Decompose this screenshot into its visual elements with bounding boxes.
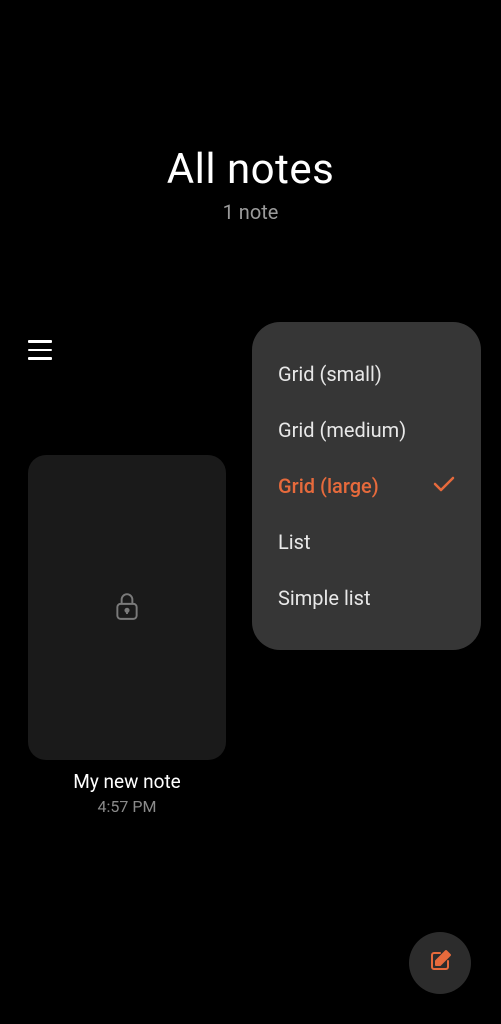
note-time: 4:57 PM (28, 797, 226, 816)
menu-item-grid-large[interactable]: Grid (large) (278, 458, 455, 514)
menu-item-grid-medium[interactable]: Grid (medium) (278, 402, 455, 458)
page-title: All notes (0, 145, 501, 194)
note-title: My new note (28, 770, 226, 793)
note-card[interactable] (28, 455, 226, 760)
checkmark-icon (433, 476, 455, 496)
menu-item-grid-small[interactable]: Grid (small) (278, 346, 455, 402)
note-info: My new note 4:57 PM (28, 770, 226, 816)
toolbar (28, 340, 52, 360)
menu-item-label: List (278, 530, 311, 554)
header: All notes 1 note (0, 0, 501, 224)
note-count: 1 note (0, 200, 501, 224)
compose-icon (428, 949, 452, 977)
compose-button[interactable] (409, 932, 471, 994)
view-mode-menu: Grid (small) Grid (medium) Grid (large) … (252, 322, 481, 650)
menu-item-label: Grid (medium) (278, 418, 406, 442)
menu-item-label: Grid (small) (278, 362, 382, 386)
menu-item-simple-list[interactable]: Simple list (278, 570, 455, 626)
menu-icon[interactable] (28, 340, 52, 360)
menu-item-label: Grid (large) (278, 474, 379, 498)
menu-item-list[interactable]: List (278, 514, 455, 570)
menu-item-label: Simple list (278, 586, 371, 610)
lock-icon (114, 591, 140, 625)
